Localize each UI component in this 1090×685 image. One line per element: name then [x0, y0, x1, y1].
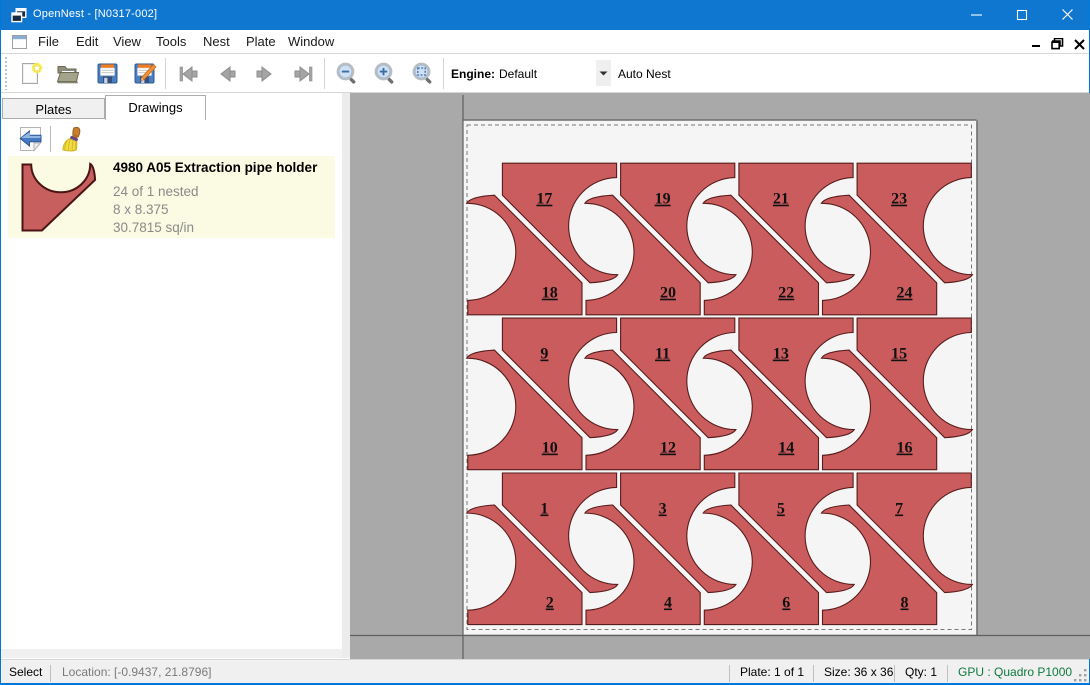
svg-text:11: 11 — [655, 346, 670, 363]
svg-text:15: 15 — [891, 346, 907, 363]
svg-text:4: 4 — [664, 595, 672, 612]
svg-text:19: 19 — [655, 191, 671, 208]
svg-text:5: 5 — [777, 501, 785, 518]
svg-text:23: 23 — [891, 191, 907, 208]
svg-text:7: 7 — [895, 501, 903, 518]
svg-text:16: 16 — [897, 440, 913, 457]
svg-text:20: 20 — [660, 285, 676, 302]
svg-text:17: 17 — [536, 191, 552, 208]
svg-text:21: 21 — [773, 191, 789, 208]
svg-text:1: 1 — [540, 501, 548, 518]
svg-text:24: 24 — [897, 285, 913, 302]
svg-text:3: 3 — [659, 501, 667, 518]
svg-text:8: 8 — [901, 595, 909, 612]
svg-text:10: 10 — [542, 440, 558, 457]
svg-text:14: 14 — [778, 440, 794, 457]
svg-text:9: 9 — [540, 346, 548, 363]
svg-text:2: 2 — [546, 595, 554, 612]
svg-text:13: 13 — [773, 346, 789, 363]
svg-text:6: 6 — [782, 595, 790, 612]
svg-text:22: 22 — [778, 285, 794, 302]
svg-text:12: 12 — [660, 440, 676, 457]
svg-text:18: 18 — [542, 285, 558, 302]
